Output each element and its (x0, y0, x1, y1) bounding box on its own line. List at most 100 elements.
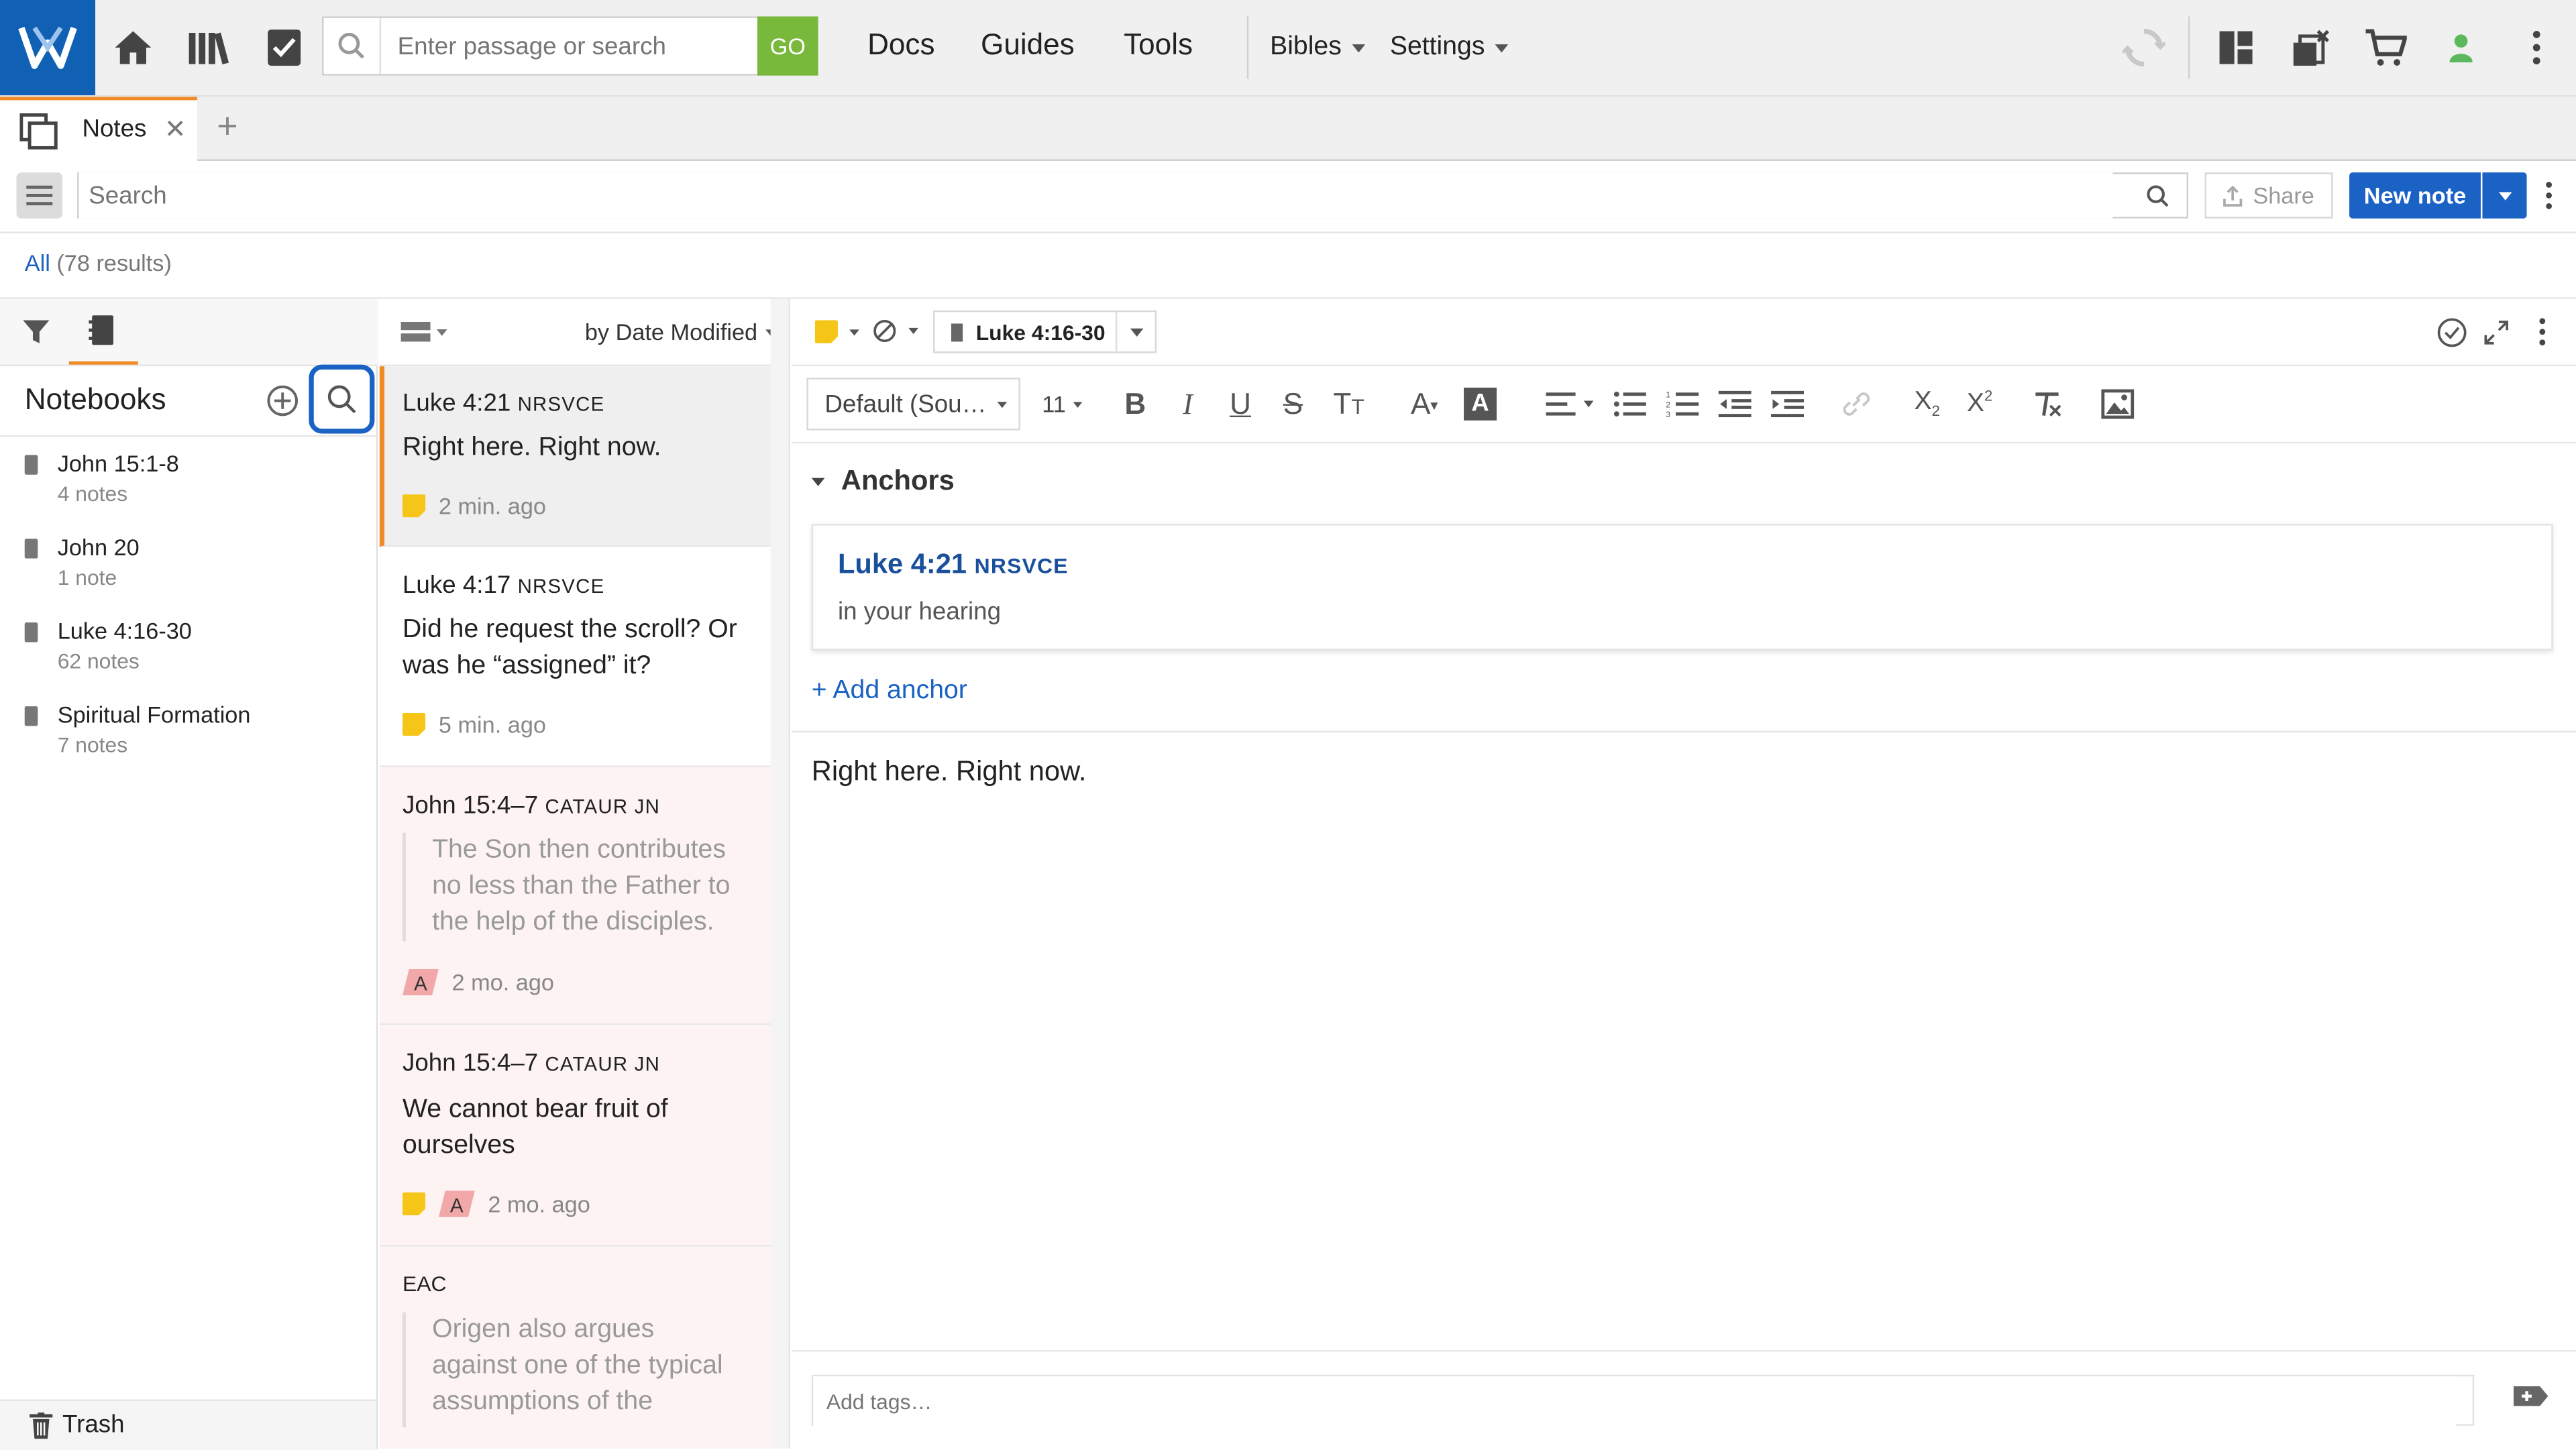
strikethrough-icon[interactable]: S (1275, 388, 1311, 422)
nav-docs[interactable]: Docs (867, 28, 934, 62)
font-family-select[interactable]: Default (Sou… (806, 378, 1020, 431)
note-card[interactable]: John 15:4–7 CATAUR JN We cannot bear fru… (379, 1025, 771, 1247)
caret-down-icon (436, 328, 447, 335)
share-label: Share (2253, 182, 2314, 209)
results-count: (78 results) (56, 249, 172, 276)
numbered-list-icon[interactable]: 123 (1666, 389, 1699, 419)
tags-field[interactable] (811, 1374, 2475, 1428)
sticky-note-icon (402, 712, 426, 736)
italic-icon[interactable]: I (1170, 388, 1206, 422)
more-vertical-icon[interactable] (2538, 317, 2546, 347)
align-icon[interactable] (1546, 389, 1595, 419)
home-icon[interactable] (103, 18, 162, 77)
note-style-dropdown[interactable] (814, 320, 861, 343)
add-anchor-link[interactable]: + Add anchor (812, 677, 967, 706)
new-note-button[interactable]: New note (2349, 172, 2481, 219)
share-icon (2223, 184, 2243, 206)
passage-search-box[interactable]: GO (322, 16, 818, 76)
clear-formatting-icon[interactable] (2032, 391, 2061, 417)
go-button[interactable]: GO (757, 16, 818, 76)
check-circle-icon[interactable] (2436, 317, 2468, 349)
account-icon[interactable] (2432, 18, 2491, 77)
link-icon[interactable] (1841, 391, 1871, 417)
notebook-item[interactable]: John 15:1-8 4 notes (24, 450, 354, 512)
indent-icon[interactable] (1771, 389, 1805, 419)
more-vertical-icon[interactable] (2507, 18, 2566, 77)
caret-down-icon (2498, 191, 2512, 200)
filter-icon[interactable] (19, 315, 52, 348)
notebook-tab-icon[interactable] (89, 314, 115, 347)
subscript-icon[interactable]: X2 (1907, 388, 1947, 419)
notes-search-field[interactable] (77, 172, 2189, 219)
search-icon (327, 385, 356, 414)
share-button[interactable]: Share (2204, 172, 2333, 219)
search-icon[interactable] (2145, 184, 2170, 209)
tasks-icon[interactable] (255, 18, 314, 77)
new-note-dropdown[interactable] (2482, 172, 2527, 219)
trash-link[interactable]: Trash (0, 1399, 376, 1450)
notebook-item[interactable]: John 20 1 note (24, 534, 354, 596)
passage-search-input[interactable] (381, 30, 763, 62)
caret-down-icon[interactable] (1130, 328, 1144, 337)
underline-icon[interactable]: U (1222, 388, 1258, 422)
tags-input[interactable] (813, 1376, 2457, 1428)
sort-dropdown[interactable]: by Date Modified (585, 319, 777, 345)
superscript-icon[interactable]: X2 (1960, 388, 2000, 419)
expand-icon[interactable] (2484, 321, 2509, 345)
note-title: Right here. Right now. (402, 433, 661, 462)
bibles-menu[interactable]: Bibles (1270, 33, 1365, 62)
search-notebooks-button[interactable] (309, 364, 375, 434)
notebook-icon (24, 455, 38, 475)
tab-strip (0, 97, 2576, 162)
view-mode-toggle[interactable] (400, 321, 449, 343)
nav-guides[interactable]: Guides (981, 28, 1075, 62)
highlight-icon: A (402, 968, 439, 996)
pane-splitter[interactable] (770, 298, 790, 1449)
nav-tools[interactable]: Tools (1124, 28, 1193, 62)
settings-label: Settings (1389, 32, 1485, 61)
anchors-toggle[interactable]: Anchors (811, 465, 955, 498)
add-notebook-icon[interactable] (266, 384, 299, 417)
clear-style-dropdown[interactable] (872, 319, 920, 343)
more-vertical-icon[interactable] (2545, 180, 2553, 210)
note-reference: EAC (402, 1271, 447, 1296)
font-color-icon[interactable]: A▾ (1400, 388, 1449, 422)
notes-search-input[interactable] (78, 172, 2113, 219)
note-card[interactable]: John 15:4–7 CATAUR JN The Son then contr… (379, 767, 771, 1025)
note-card[interactable]: Luke 4:21 NRSVCE Right here. Right now. … (379, 366, 771, 547)
highlight-color-icon[interactable]: A (1464, 387, 1497, 421)
notebook-name: Luke 4:16-30 (57, 617, 192, 645)
add-tag-icon[interactable] (2513, 1383, 2550, 1409)
notebook-icon (24, 706, 38, 726)
settings-menu[interactable]: Settings (1390, 33, 1508, 62)
bullet-list-icon[interactable] (1613, 389, 1646, 419)
note-time: 2 mo. ago (451, 968, 554, 996)
add-tab-icon[interactable]: + (217, 105, 237, 148)
anchor-reference-link[interactable]: Luke 4:21 NRSVCE (838, 549, 1069, 581)
notebook-item[interactable]: Luke 4:16-30 62 notes (24, 617, 354, 680)
outdent-icon[interactable] (1718, 389, 1752, 419)
close-panels-icon[interactable] (2282, 18, 2341, 77)
close-tab-icon[interactable]: ✕ (164, 113, 186, 146)
trash-label: Trash (62, 1410, 125, 1439)
font-size-select[interactable]: 11 (1030, 378, 1096, 430)
logos-logo-icon[interactable] (0, 0, 96, 96)
small-caps-icon[interactable]: TT (1328, 388, 1371, 422)
library-icon[interactable] (179, 18, 238, 77)
note-time: 2 min. ago (438, 492, 546, 519)
cart-icon[interactable] (2356, 18, 2415, 77)
notebook-icon (24, 539, 38, 559)
sync-icon[interactable] (2114, 18, 2174, 77)
note-card[interactable]: Luke 4:17 NRSVCE Did he request the scro… (379, 547, 771, 767)
notebook-icon (951, 323, 963, 341)
insert-image-icon[interactable] (2101, 389, 2135, 419)
all-filter-link[interactable]: All (25, 249, 50, 276)
bold-icon[interactable]: B (1117, 388, 1153, 422)
notebook-chip[interactable]: Luke 4:16-30 (933, 310, 1157, 353)
note-card[interactable]: EAC Origen also argues against one of th… (379, 1246, 771, 1449)
panel-menu-icon[interactable] (16, 172, 63, 219)
notebook-item[interactable]: Spiritual Formation 7 notes (24, 702, 354, 764)
tab-notes[interactable]: Notes ✕ (0, 97, 197, 162)
note-body-editor[interactable]: Right here. Right now. (812, 756, 1087, 789)
layouts-icon[interactable] (2206, 18, 2265, 77)
